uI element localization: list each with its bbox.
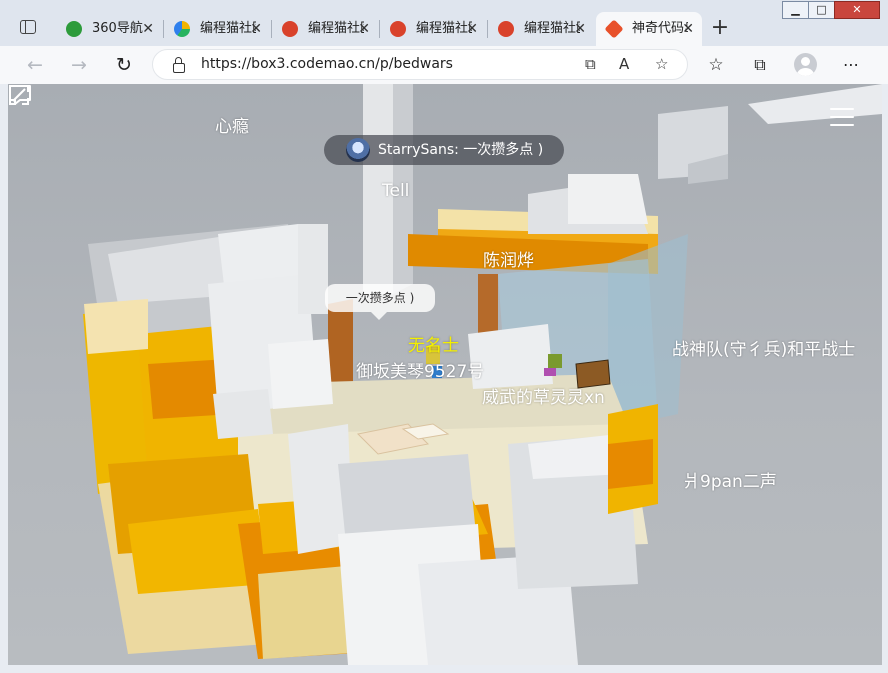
url-text[interactable]: https://box3.codemao.cn/p/bedwars (201, 56, 453, 72)
tab-actions-icon[interactable] (20, 20, 36, 34)
player-name-tag: 心瘾 (215, 117, 249, 137)
address-bar[interactable]: https://box3.codemao.cn/p/bedwars ⧉ A ☆ (152, 49, 688, 80)
tab-close-icon[interactable]: ✕ (466, 12, 478, 46)
chat-icon[interactable] (8, 84, 32, 106)
back-button[interactable]: ← (24, 54, 46, 76)
profile-avatar[interactable] (794, 53, 817, 76)
tab-active[interactable]: 神奇代码岛 ✕ (596, 12, 702, 46)
player-name-tag: 威武的草灵灵xn (482, 388, 605, 408)
forward-button[interactable]: → (68, 54, 90, 76)
favorites-icon[interactable]: ☆ (705, 54, 727, 76)
collections-icon[interactable]: ⧉ (749, 54, 771, 76)
community-favicon-icon (174, 21, 190, 37)
tab-title: 编程猫社区 (308, 21, 364, 36)
tab-0[interactable]: 360导航 ✕ (56, 12, 162, 46)
tab-4[interactable]: 编程猫社区 ✕ (488, 12, 594, 46)
more-options-icon[interactable]: ⋯ (840, 54, 862, 76)
codemao-favicon-icon (390, 21, 406, 37)
tab-title: 编程猫社区 (200, 21, 256, 36)
codemao-favicon-icon (282, 21, 298, 37)
tab-close-icon[interactable]: ✕ (142, 12, 154, 46)
close-icon: ✕ (852, 3, 862, 16)
chat-message-text: StarrySans: 一次攒多点 ) (378, 142, 544, 158)
tab-bar: 360导航 ✕ 编程猫社区 ✕ 编程猫社区 ✕ 编程猫社区 ✕ 编程猫社区 ✕ (0, 0, 888, 46)
chat-message-pill: StarrySans: 一次攒多点 ) (324, 135, 564, 165)
read-aloud-icon[interactable]: A (619, 55, 629, 73)
360-favicon-icon (66, 21, 82, 37)
player-avatar (346, 138, 370, 162)
add-favorite-icon[interactable]: ☆ (655, 55, 668, 73)
browser-toolbar: ← → ↻ https://box3.codemao.cn/p/bedwars … (0, 46, 888, 84)
tab-title: 360导航 (92, 21, 143, 36)
lock-icon[interactable] (173, 57, 185, 73)
player-name-tag-highlight: 无名士 (408, 336, 459, 356)
maximize-icon: □ (816, 3, 827, 16)
speech-bubble: 一次攒多点 ) (325, 284, 435, 320)
tab-title: 编程猫社区 (524, 21, 580, 36)
player-name-tag: 陈润烨 (483, 251, 534, 271)
tab-3[interactable]: 编程猫社区 ✕ (380, 12, 486, 46)
minimize-icon: ▁ (791, 3, 800, 16)
box3-favicon-icon (604, 19, 624, 39)
tab-close-icon[interactable]: ✕ (250, 12, 262, 46)
maximize-button[interactable]: □ (808, 1, 835, 19)
tab-1[interactable]: 编程猫社区 ✕ (164, 12, 270, 46)
tab-2[interactable]: 编程猫社区 ✕ (272, 12, 378, 46)
tab-title: 神奇代码岛 (632, 21, 688, 36)
tab-close-icon[interactable]: ✕ (682, 12, 694, 46)
tab-title: 编程猫社区 (416, 21, 472, 36)
new-tab-button[interactable]: + (705, 15, 735, 43)
refresh-button[interactable]: ↻ (113, 54, 135, 76)
open-in-app-icon[interactable]: ⧉ (585, 55, 596, 73)
game-viewport[interactable]: 心瘾 Tell 陈润烨 无名士 御坂美琴9527号 威武的草灵灵xn 战神队(守… (8, 84, 882, 665)
menu-icon[interactable] (830, 108, 854, 126)
minimize-button[interactable]: ▁ (782, 1, 809, 19)
tab-close-icon[interactable]: ✕ (574, 12, 586, 46)
tab-close-icon[interactable]: ✕ (358, 12, 370, 46)
player-name-tag: 御坂美琴9527号 (356, 362, 485, 382)
player-name-tag: 爿9pan二声 (683, 472, 777, 492)
codemao-favicon-icon (498, 21, 514, 37)
player-name-tag: 战神队(守彳兵)和平战士 (672, 340, 856, 360)
player-name-tag: Tell (382, 181, 410, 201)
close-window-button[interactable]: ✕ (834, 1, 880, 19)
browser-window: 360导航 ✕ 编程猫社区 ✕ 编程猫社区 ✕ 编程猫社区 ✕ 编程猫社区 ✕ (0, 0, 888, 673)
